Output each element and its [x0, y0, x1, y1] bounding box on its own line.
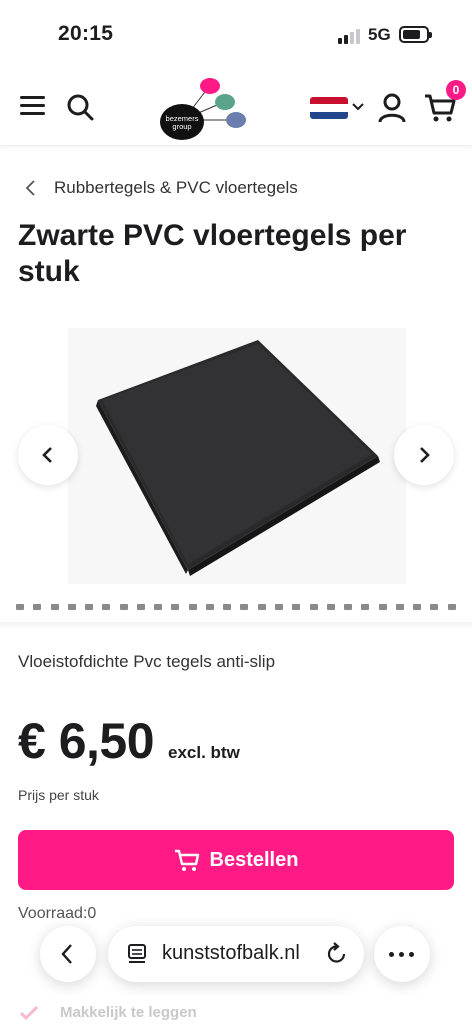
usp-label: Makkelijk te leggen — [60, 1004, 197, 1021]
page-settings-icon[interactable] — [128, 944, 146, 964]
gallery-thumbnail[interactable] — [326, 604, 335, 610]
status-time: 20:15 — [58, 22, 114, 45]
product-price: € 6,50 — [18, 713, 155, 769]
gallery-thumbnail[interactable] — [309, 604, 318, 610]
chevron-left-icon — [25, 180, 35, 196]
gallery-thumbnail[interactable] — [205, 604, 214, 610]
gallery-thumbnail[interactable] — [378, 604, 387, 610]
chevron-left-icon — [61, 944, 72, 964]
gallery-prev-button[interactable] — [18, 425, 78, 485]
battery-icon — [399, 26, 432, 43]
gallery-thumbnail[interactable] — [361, 604, 370, 610]
product-subtitle: Vloeistofdichte Pvc tegels anti-slip — [18, 652, 276, 671]
browser-url-text[interactable]: kunststofbalk.nl — [162, 942, 300, 965]
gallery-thumbnails[interactable] — [16, 600, 456, 614]
product-gallery[interactable] — [68, 328, 406, 584]
signal-icon — [338, 28, 362, 44]
gallery-thumbnail[interactable] — [16, 604, 24, 610]
cart-count-badge[interactable]: 0 — [446, 80, 466, 100]
order-button[interactable]: Bestellen — [18, 830, 454, 890]
breadcrumb-label[interactable]: Rubbertegels & PVC vloertegels — [54, 178, 298, 198]
divider — [0, 622, 472, 630]
gallery-thumbnail[interactable] — [257, 604, 266, 610]
gallery-thumbnail[interactable] — [171, 604, 180, 610]
gallery-thumbnail[interactable] — [430, 604, 439, 610]
chevron-down-icon[interactable] — [352, 102, 364, 112]
chevron-left-icon — [42, 447, 52, 463]
page-title: Zwarte PVC vloertegels per stuk — [18, 219, 407, 288]
search-icon[interactable] — [66, 93, 94, 121]
company-logo[interactable]: bezemers group — [158, 76, 248, 142]
chevron-right-icon — [420, 447, 430, 463]
gallery-thumbnail[interactable] — [85, 604, 94, 610]
browser-back-button[interactable] — [40, 926, 96, 982]
gallery-thumbnail[interactable] — [119, 604, 128, 610]
site-header: bezemers group 0 — [0, 64, 472, 146]
price-row: € 6,50 excl. btw — [18, 712, 240, 770]
menu-icon[interactable] — [20, 96, 46, 116]
stock-status: Voorraad:0 — [18, 905, 97, 922]
gallery-thumbnail[interactable] — [240, 604, 249, 610]
gallery-thumbnail[interactable] — [395, 604, 404, 610]
gallery-thumbnail[interactable] — [33, 604, 42, 610]
gallery-thumbnail[interactable] — [413, 604, 422, 610]
account-icon[interactable] — [378, 93, 406, 123]
svg-text:group: group — [172, 122, 191, 131]
tax-note: excl. btw — [168, 743, 240, 762]
gallery-thumbnail[interactable] — [223, 604, 232, 610]
cart-icon — [174, 849, 199, 871]
browser-more-button[interactable] — [374, 926, 430, 982]
gallery-thumbnail[interactable] — [188, 604, 197, 610]
gallery-thumbnail[interactable] — [154, 604, 163, 610]
netherlands-flag-icon[interactable] — [310, 97, 348, 119]
gallery-thumbnail[interactable] — [292, 604, 301, 610]
product-image — [96, 340, 380, 576]
gallery-thumbnail[interactable] — [50, 604, 59, 610]
gallery-thumbnail[interactable] — [67, 604, 76, 610]
gallery-thumbnail[interactable] — [274, 604, 283, 610]
reload-icon[interactable] — [326, 942, 348, 966]
price-unit: Prijs per stuk — [18, 787, 99, 803]
gallery-thumbnail[interactable] — [136, 604, 145, 610]
usp-item: Makkelijk te leggen — [20, 1004, 197, 1021]
browser-url-bar[interactable]: kunststofbalk.nl — [108, 926, 364, 982]
check-icon — [20, 1005, 38, 1020]
status-bar: 20:15 5G — [0, 0, 472, 64]
breadcrumb[interactable]: Rubbertegels & PVC vloertegels — [24, 176, 298, 200]
order-button-label: Bestellen — [209, 848, 299, 871]
network-label: 5G — [368, 25, 391, 44]
gallery-next-button[interactable] — [394, 425, 454, 485]
gallery-thumbnail[interactable] — [447, 604, 456, 610]
gallery-thumbnail[interactable] — [344, 604, 353, 610]
gallery-thumbnail[interactable] — [102, 604, 111, 610]
